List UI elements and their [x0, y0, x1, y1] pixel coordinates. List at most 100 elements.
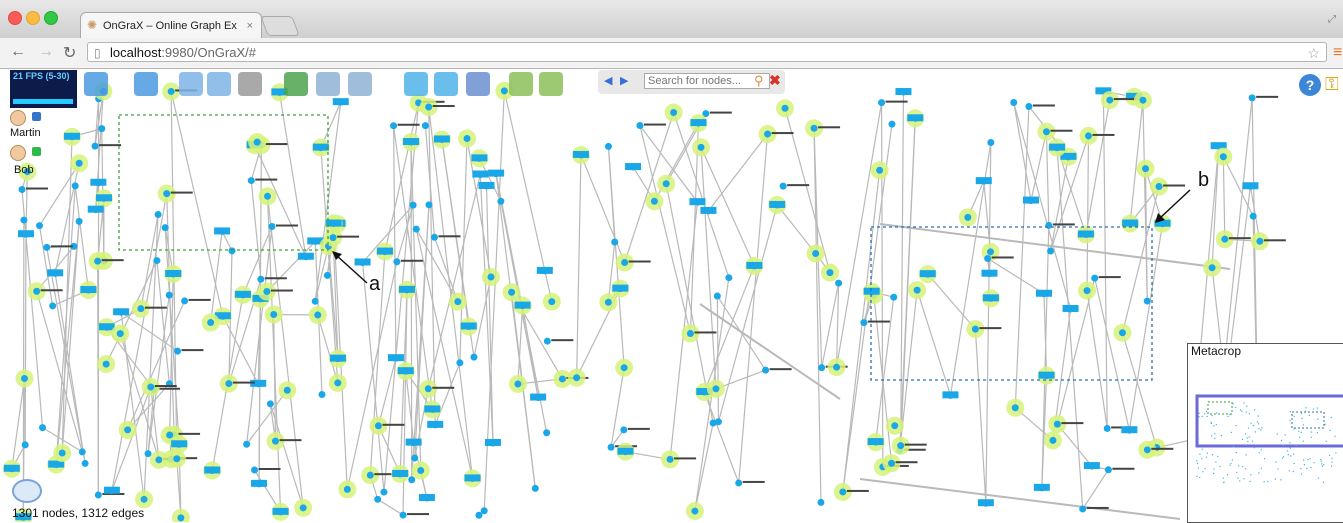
- list-icon[interactable]: [348, 72, 372, 96]
- url-bar[interactable]: ▯ localhost:9980/OnGraX/# ☆: [87, 42, 1327, 62]
- add-view-icon[interactable]: [84, 72, 108, 96]
- minimap-node: [1245, 468, 1246, 469]
- graph-node: [117, 330, 124, 337]
- close-window-button[interactable]: [8, 11, 22, 25]
- graph-node: [1209, 264, 1216, 271]
- minimap-node: [1212, 454, 1213, 455]
- user-color-badge: [32, 112, 41, 121]
- remove-edge-icon[interactable]: [539, 72, 563, 96]
- clear-search-icon[interactable]: ✖: [769, 72, 781, 89]
- minimap-node: [1213, 473, 1214, 474]
- minimap-node: [1214, 433, 1215, 434]
- graph-node: [987, 139, 994, 146]
- graph-node: [715, 418, 722, 425]
- graph-edge: [701, 147, 716, 388]
- browser-tab[interactable]: ✺ OnGraX – Online Graph Ex ×: [80, 12, 262, 38]
- node-caption: [847, 490, 869, 492]
- minimize-window-button[interactable]: [26, 11, 40, 25]
- minimap-node: [1311, 432, 1312, 433]
- zoom-out-icon[interactable]: [207, 72, 231, 96]
- forward-icon[interactable]: →: [38, 43, 54, 61]
- node-caption: [382, 424, 404, 426]
- graph-edge: [1095, 278, 1130, 430]
- add-node-icon[interactable]: [404, 72, 428, 96]
- graph-node: [1249, 94, 1256, 101]
- metacrop-minimap[interactable]: Metacrop: [1187, 343, 1343, 523]
- graph-node: [621, 259, 628, 266]
- browser-titlebar: ✺ OnGraX – Online Graph Ex × ⤢: [0, 0, 1343, 39]
- node-caption: [1061, 422, 1083, 424]
- graph-node: [367, 472, 374, 479]
- graph-node: [1221, 236, 1228, 243]
- graph-edge: [165, 228, 179, 445]
- edit-icon[interactable]: [316, 72, 340, 96]
- minimap-node: [1331, 458, 1332, 459]
- minimap-node: [1289, 470, 1290, 471]
- bookmark-star-icon[interactable]: ☆: [1307, 43, 1320, 63]
- graph-node: [181, 297, 188, 304]
- new-tab-button[interactable]: [260, 16, 299, 36]
- node-search-input[interactable]: [644, 73, 770, 89]
- reload-icon[interactable]: ↻: [63, 43, 76, 63]
- next-result-icon[interactable]: ▶: [620, 74, 628, 87]
- graph-node-label: [90, 179, 106, 186]
- minimap-view[interactable]: [1188, 362, 1343, 522]
- graph-node-label: [273, 508, 289, 515]
- minimap-node: [1303, 459, 1304, 460]
- graph-node: [1045, 222, 1052, 229]
- graph-node: [251, 467, 258, 474]
- graph-node: [312, 298, 319, 305]
- graph-edge: [640, 126, 690, 334]
- tab-close-icon[interactable]: ×: [247, 13, 253, 39]
- node-caption: [886, 101, 908, 103]
- graph-node: [284, 387, 291, 394]
- menu-icon[interactable]: ≡: [1333, 44, 1342, 62]
- layout-icon[interactable]: [284, 72, 308, 96]
- fullscreen-icon[interactable]: ⤢: [1328, 14, 1336, 25]
- home-view-icon[interactable]: [238, 72, 262, 96]
- graph-edge: [1086, 100, 1110, 234]
- previous-result-icon[interactable]: ◀: [604, 74, 612, 87]
- node-caption: [280, 439, 302, 441]
- graph-node: [21, 375, 28, 382]
- minimap-node: [1303, 441, 1304, 442]
- chat-icon[interactable]: [12, 479, 42, 503]
- search-icon[interactable]: ⚲: [754, 73, 764, 89]
- node-caption: [259, 468, 281, 470]
- graph-node-label: [18, 230, 34, 237]
- graph-node: [417, 467, 424, 474]
- fps-meter: 21 FPS (5-30): [10, 70, 77, 108]
- graph-canvas[interactable]: [0, 69, 1343, 522]
- zoom-in-icon[interactable]: [179, 72, 203, 96]
- graph-node: [243, 441, 250, 448]
- graph-node: [620, 426, 627, 433]
- graph-node: [43, 244, 50, 251]
- minimap-node: [1246, 412, 1247, 413]
- remove-view-icon[interactable]: [134, 72, 158, 96]
- remove-node-icon[interactable]: [434, 72, 458, 96]
- node-caption: [178, 433, 200, 435]
- tool-icon[interactable]: [466, 72, 490, 96]
- user-avatar-icon: [10, 110, 26, 126]
- back-icon[interactable]: ←: [10, 43, 26, 61]
- node-caption: [398, 124, 420, 126]
- minimap-node: [1305, 407, 1306, 408]
- minimap-node: [1238, 465, 1239, 466]
- graph-node-label: [80, 286, 96, 293]
- key-icon[interactable]: ⚿: [1325, 74, 1339, 95]
- graph-edge: [268, 196, 304, 508]
- help-icon[interactable]: ?: [1299, 74, 1321, 96]
- graph-edge: [704, 392, 738, 483]
- graph-node: [470, 354, 477, 361]
- graph-node-label: [333, 98, 349, 105]
- add-edge-icon[interactable]: [509, 72, 533, 96]
- node-caption: [1114, 98, 1136, 100]
- graph-node-label: [171, 440, 187, 447]
- graph-node: [1139, 97, 1146, 104]
- minimap-node: [1247, 438, 1248, 439]
- minimap-node: [1211, 435, 1212, 436]
- maximize-window-button[interactable]: [44, 11, 58, 25]
- graph-node: [344, 486, 351, 493]
- graph-node: [400, 512, 407, 519]
- graph-node: [1106, 97, 1113, 104]
